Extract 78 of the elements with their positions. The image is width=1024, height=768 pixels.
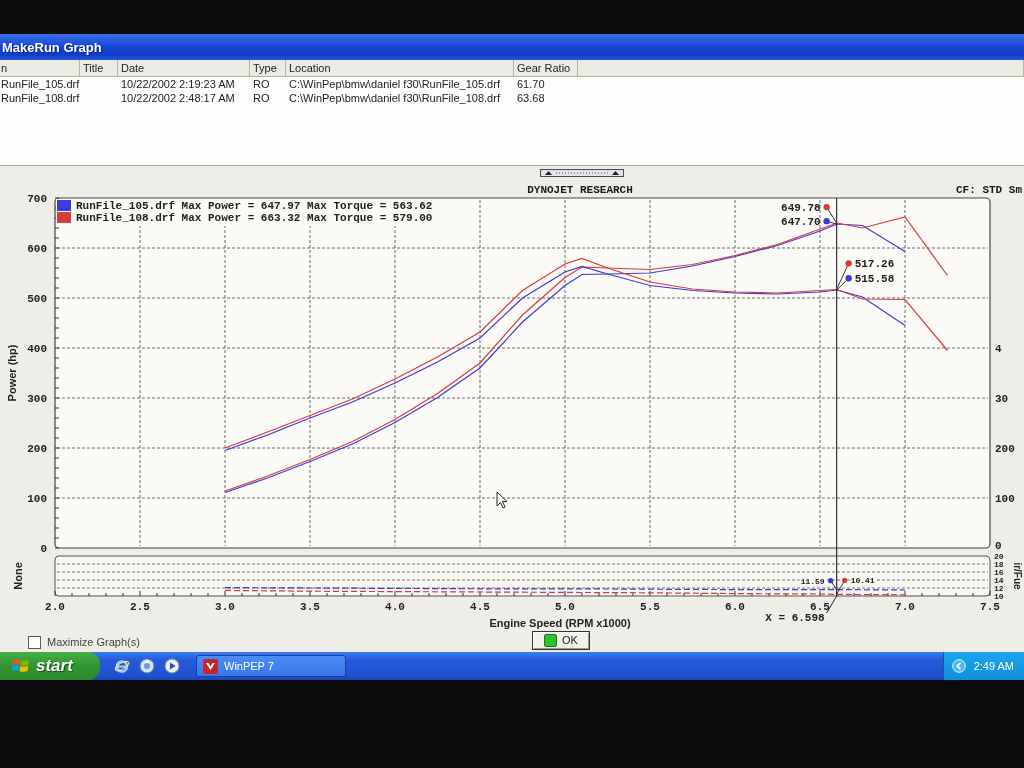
axis-tick-label: 7.5 [980,601,1000,613]
table-cell-text: RO [252,77,271,91]
point-value-label: 647.70 [781,216,821,229]
axis-tick-label: 0 [40,543,47,555]
axis-tick-label: 200 [995,443,1015,455]
axis-tick-label: 5.0 [555,601,575,613]
axis-tick-label: 10 [994,592,1004,601]
legend-label: RunFile_108.drf Max Power = 663.32 Max Torque = 579.00 [76,212,433,224]
legend-label: RunFile_105.drf Max Power = 647.97 Max Torque = 563.62 [76,200,433,212]
column-header[interactable]: Title [80,60,118,77]
axis-title: ir/Fue [1012,562,1023,590]
window-title: MakeRun Graph [2,39,102,55]
axis-tick-label: 4 [995,343,1002,355]
axis-tick-label: 4.5 [470,601,490,613]
axis-tick-label: 600 [27,243,47,255]
clock: 2:49 AM [973,660,1014,672]
axis-tick-label: 30 [995,393,1009,405]
chevron-left-icon[interactable] [951,659,966,673]
axis-tick-label: 100 [995,493,1015,505]
axis-tick-label: 7.0 [895,601,915,613]
column-header[interactable]: n [0,60,80,77]
table-cell-text: C:\WinPep\bmw\daniel f30\RunFile_105.drf [288,77,501,91]
point-value-label: 517.26 [854,258,895,271]
disc-icon[interactable] [139,658,155,674]
checkbox-label[interactable]: Maximize Graph(s) [47,636,140,648]
cursor-readout: X = 6.598 [765,612,825,624]
table-cell-text: 10/22/2002 2:48:17 AM [120,91,236,105]
status-square-icon [544,633,558,647]
axis-tick-label: 6.0 [725,601,745,613]
axis-tick-label: 400 [27,343,47,355]
table-cell: RunFile_105.drf [0,77,80,91]
table-cell-text: RO [252,91,271,105]
axis-title: Engine Speed (RPM x1000) [489,617,631,629]
axis-tick-label: 12 [994,584,1004,593]
correction-factor-label: CF: STD Sm [956,184,1022,196]
table-cell-text: 63.68 [516,91,546,105]
windows-logo-icon [12,658,30,674]
point-marker-icon [836,577,848,595]
table-cell: RunFile_108.drf [0,91,80,105]
axis-tick-label: 3.0 [215,601,235,613]
point-value-label: 515.58 [854,273,895,286]
axis-tick-label: 20 [994,552,1004,561]
axis-tick-label: 200 [27,443,47,455]
column-header[interactable]: Date [118,60,250,77]
axis-tick-label: 0 [995,540,1002,552]
column-header[interactable]: Type [250,60,286,77]
axis-tick-label: 16 [994,568,1004,577]
column-header[interactable]: Gear Ratio [514,60,578,77]
axis-tick-label: 18 [994,560,1004,569]
axis-title: Power (hp) [6,344,18,402]
axis-tick-label: 2.0 [45,601,65,613]
checkbox[interactable] [28,635,41,649]
column-header[interactable]: Location [286,60,514,77]
point-marker-icon [828,578,838,591]
collapse-handle-icon[interactable] [540,168,624,177]
mouse-pointer-icon [496,491,508,509]
axis-tick-label: 6.5 [810,601,830,613]
table-cell-text: C:\WinPep\bmw\daniel f30\RunFile_108.drf [288,91,501,105]
taskbar-button[interactable]: WinPEP 7 [196,655,346,677]
axis-title: None [12,562,24,590]
axis-tick-label: 5.5 [640,601,660,613]
table-cell-text: 61.70 [516,77,546,91]
play-icon[interactable] [164,658,180,674]
start-button[interactable]: start [0,652,100,680]
axis-tick-label: 500 [27,293,47,305]
axis-tick-label: 700 [27,193,47,205]
axis-tick-label: 100 [27,493,47,505]
browser-icon[interactable] [114,658,130,674]
axis-tick-label: 2.5 [130,601,150,613]
app-logo-icon [203,658,218,674]
point-value-label: 10.41 [850,576,875,586]
axis-tick-label: 300 [27,393,47,405]
point-value-label: 11.59 [800,576,825,586]
axis-tick-label: 14 [994,576,1004,585]
table-cell-text: 10/22/2002 2:19:23 AM [120,77,236,91]
axis-tick-label: 4.0 [385,601,405,613]
axis-tick-label: 3.5 [300,601,320,613]
chart-title: DYNOJET RESEARCH [527,184,633,196]
